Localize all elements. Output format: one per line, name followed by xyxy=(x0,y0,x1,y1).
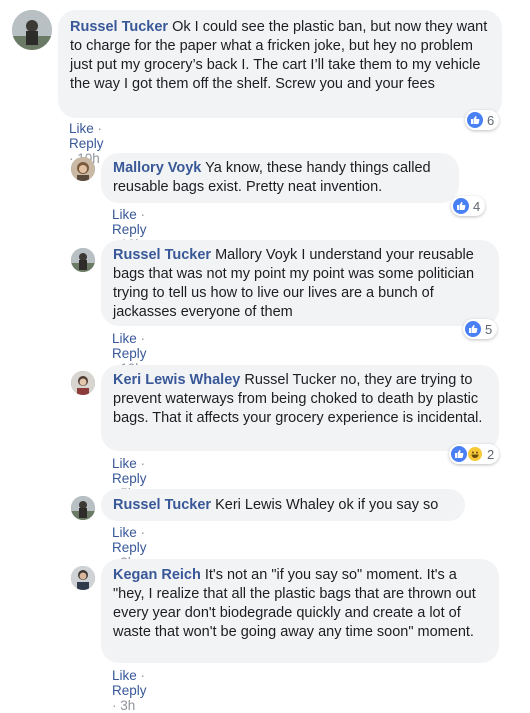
avatar-photo-icon xyxy=(71,496,95,520)
avatar-photo-icon xyxy=(12,10,52,50)
comment-bubble: Russel Tucker Ok I could see the plastic… xyxy=(58,10,502,118)
reaction-summary[interactable]: 5 xyxy=(463,319,498,339)
comment-bubble: Russel Tucker Keri Lewis Whaley ok if yo… xyxy=(101,489,465,521)
reaction-summary[interactable]: 4 xyxy=(451,196,486,216)
reaction-count: 2 xyxy=(487,446,495,462)
comment-bubble: Mallory Voyk Ya know, these handy things… xyxy=(101,153,459,203)
comment-author[interactable]: Russel Tucker xyxy=(113,497,211,513)
like-link[interactable]: Like xyxy=(69,121,94,136)
like-icon xyxy=(453,198,469,214)
separator: · xyxy=(140,525,146,540)
avatar[interactable] xyxy=(71,566,95,590)
like-link[interactable]: Like xyxy=(112,668,137,683)
like-link[interactable]: Like xyxy=(112,207,137,222)
avatar-photo-icon xyxy=(71,566,95,590)
reply-link[interactable]: Reply xyxy=(112,222,147,237)
avatar[interactable] xyxy=(71,371,95,395)
avatar-photo-icon xyxy=(71,371,95,395)
comment-bubble: Keri Lewis Whaley Russel Tucker no, they… xyxy=(101,365,499,451)
comment-author[interactable]: Kegan Reich xyxy=(113,567,201,583)
comment-bubble: Russel Tucker Mallory Voyk I understand … xyxy=(101,240,499,326)
avatar[interactable] xyxy=(12,10,52,50)
like-link[interactable]: Like xyxy=(112,525,137,540)
comment-author[interactable]: Russel Tucker xyxy=(113,247,211,263)
timestamp[interactable]: 3h xyxy=(120,698,135,713)
reply-link[interactable]: Reply xyxy=(112,346,147,361)
separator: · xyxy=(140,207,146,222)
reply-link[interactable]: Reply xyxy=(112,540,147,555)
separator: · xyxy=(97,121,103,136)
reply-link[interactable]: Reply xyxy=(112,683,147,698)
separator: · xyxy=(112,698,117,713)
like-icon xyxy=(451,446,467,462)
separator: · xyxy=(140,668,146,683)
avatar[interactable] xyxy=(71,248,95,272)
avatar[interactable] xyxy=(71,157,95,181)
reaction-summary[interactable]: 2 xyxy=(449,444,500,464)
like-icon xyxy=(467,112,483,128)
avatar-photo-icon xyxy=(71,157,95,181)
reply-link[interactable]: Reply xyxy=(112,471,147,486)
comment-text: Keri Lewis Whaley ok if you say so xyxy=(215,497,439,513)
separator: · xyxy=(140,331,146,346)
reaction-count: 6 xyxy=(487,112,495,128)
avatar-photo-icon xyxy=(71,248,95,272)
like-link[interactable]: Like xyxy=(112,456,137,471)
separator: · xyxy=(140,456,146,471)
comment-actions: Like · Reply · 3h xyxy=(112,668,147,713)
reply-link[interactable]: Reply xyxy=(69,136,104,151)
reaction-count: 4 xyxy=(473,198,481,214)
reaction-summary[interactable]: 6 xyxy=(465,110,500,130)
comment-bubble: Kegan Reich It's not an "if you say so" … xyxy=(101,559,499,663)
comment-author[interactable]: Keri Lewis Whaley xyxy=(113,372,240,388)
comment-author[interactable]: Russel Tucker xyxy=(70,19,168,35)
like-icon xyxy=(465,321,481,337)
like-link[interactable]: Like xyxy=(112,331,137,346)
haha-icon xyxy=(467,446,483,462)
reaction-count: 5 xyxy=(485,321,493,337)
avatar[interactable] xyxy=(71,496,95,520)
comment-author[interactable]: Mallory Voyk xyxy=(113,160,201,176)
